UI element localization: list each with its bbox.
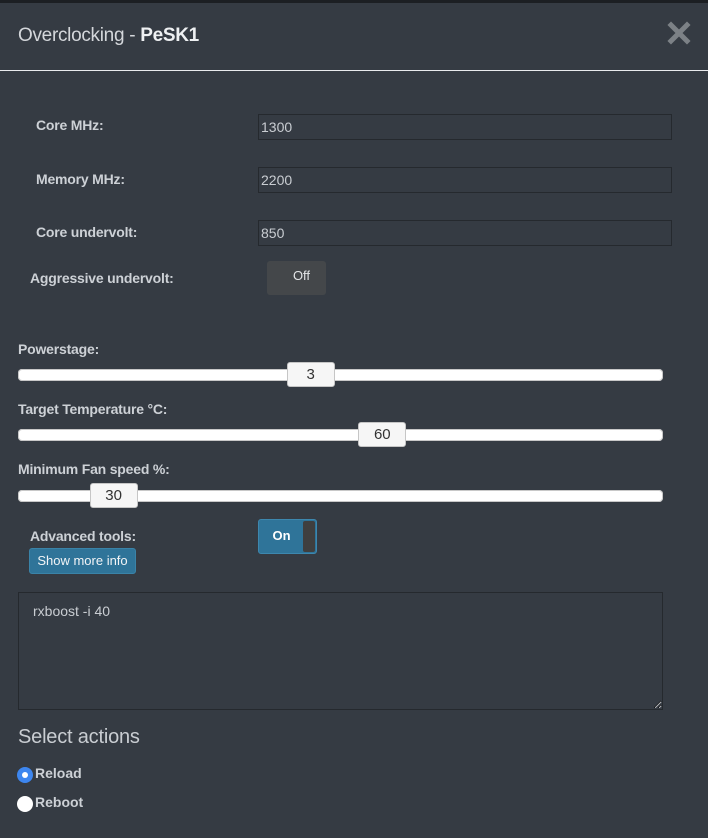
dialog-title-device: PeSK1 bbox=[140, 25, 199, 46]
core-mhz-label: Core MHz: bbox=[36, 117, 104, 133]
radio-checked-icon[interactable] bbox=[17, 767, 33, 783]
slider-thumb[interactable]: 60 bbox=[358, 422, 407, 447]
show-more-info-button[interactable]: Show more info bbox=[29, 548, 136, 574]
radio-unchecked-icon[interactable] bbox=[17, 796, 33, 812]
radio-label: Reload bbox=[35, 765, 82, 781]
min-fan-speed-label: Minimum Fan speed %: bbox=[18, 461, 170, 477]
core-undervolt-label: Core undervolt: bbox=[36, 224, 138, 240]
close-button[interactable] bbox=[667, 21, 691, 45]
core-undervolt-input[interactable] bbox=[258, 220, 672, 246]
min-fan-speed-slider[interactable]: 30 bbox=[18, 483, 664, 509]
core-mhz-input[interactable] bbox=[258, 114, 672, 140]
memory-mhz-label: Memory MHz: bbox=[36, 171, 125, 187]
memory-mhz-input[interactable] bbox=[258, 167, 672, 193]
radio-label: Reboot bbox=[35, 794, 84, 810]
powerstage-slider[interactable]: 3 bbox=[18, 362, 664, 388]
slider-thumb[interactable]: 30 bbox=[89, 483, 138, 508]
select-actions-heading: Select actions bbox=[18, 726, 140, 748]
toggle-knob bbox=[303, 521, 315, 552]
advanced-tools-toggle[interactable]: On bbox=[258, 519, 317, 554]
slider-thumb[interactable]: 3 bbox=[286, 362, 335, 387]
aggressive-undervolt-label: Aggressive undervolt: bbox=[30, 270, 174, 286]
slider-track bbox=[18, 429, 663, 441]
dialog-title: Overclocking - PeSK1 bbox=[18, 25, 199, 47]
aggressive-undervolt-toggle[interactable]: Off bbox=[267, 261, 326, 295]
powerstage-label: Powerstage: bbox=[18, 341, 100, 357]
header-divider bbox=[0, 70, 708, 71]
target-temperature-label: Target Temperature °C: bbox=[18, 401, 168, 417]
advanced-script-textarea[interactable]: rxboost -i 40 bbox=[18, 592, 663, 710]
toggle-state-label: On bbox=[272, 528, 291, 543]
target-temperature-slider[interactable]: 60 bbox=[18, 422, 664, 448]
dialog-title-prefix: Overclocking - bbox=[18, 25, 141, 46]
close-x-icon bbox=[667, 21, 691, 45]
dialog-header: Overclocking - PeSK1 bbox=[0, 3, 708, 69]
slider-track bbox=[18, 369, 663, 381]
advanced-tools-label: Advanced tools: bbox=[30, 528, 136, 544]
